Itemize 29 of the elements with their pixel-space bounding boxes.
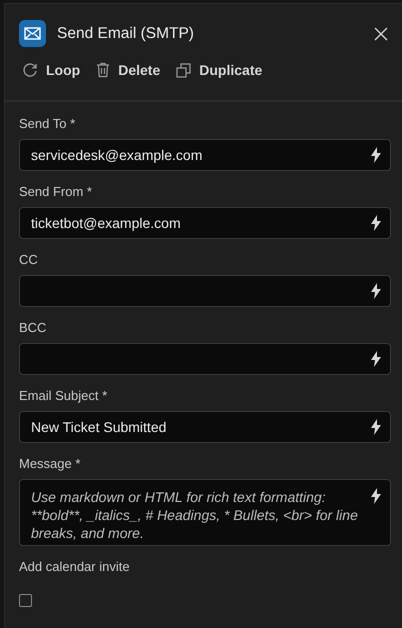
input-field[interactable]: ticketbot@example.com bbox=[19, 207, 391, 239]
lightning-icon[interactable] bbox=[370, 488, 382, 504]
message-field[interactable]: Use markdown or HTML for rich text formatting: **bold**, _italics_, # Headings, * Bullets, <br> for line breaks, and more. bbox=[19, 479, 391, 546]
refresh-icon bbox=[22, 62, 38, 78]
checkbox-label: Add calendar invite bbox=[19, 559, 130, 574]
lightning-icon[interactable] bbox=[370, 215, 382, 231]
field-label: Send To * bbox=[19, 116, 76, 131]
copy-icon bbox=[176, 62, 192, 78]
lightning-icon[interactable] bbox=[370, 283, 382, 299]
input-field[interactable]: New Ticket Submitted bbox=[19, 411, 391, 443]
input-field[interactable] bbox=[19, 343, 391, 375]
field-label: Email Subject * bbox=[19, 388, 108, 403]
lightning-icon[interactable] bbox=[370, 147, 382, 163]
checkbox[interactable] bbox=[19, 594, 32, 607]
email-app-icon bbox=[19, 20, 46, 47]
loop-button[interactable]: Loop bbox=[22, 59, 80, 81]
field-label: CC bbox=[19, 252, 38, 267]
input-field[interactable] bbox=[19, 275, 391, 307]
input-field[interactable]: servicedesk@example.com bbox=[19, 139, 391, 171]
lightning-icon[interactable] bbox=[370, 419, 382, 435]
field-label: Send From * bbox=[19, 184, 92, 199]
delete-button[interactable]: Delete bbox=[96, 59, 160, 81]
panel-title: Send Email (SMTP) bbox=[57, 24, 195, 42]
field-label: BCC bbox=[19, 320, 46, 335]
duplicate-button[interactable]: Duplicate bbox=[176, 59, 262, 81]
field-label: Message * bbox=[19, 456, 80, 471]
close-icon[interactable] bbox=[374, 26, 388, 40]
lightning-icon[interactable] bbox=[370, 351, 382, 367]
trash-icon bbox=[96, 62, 110, 78]
